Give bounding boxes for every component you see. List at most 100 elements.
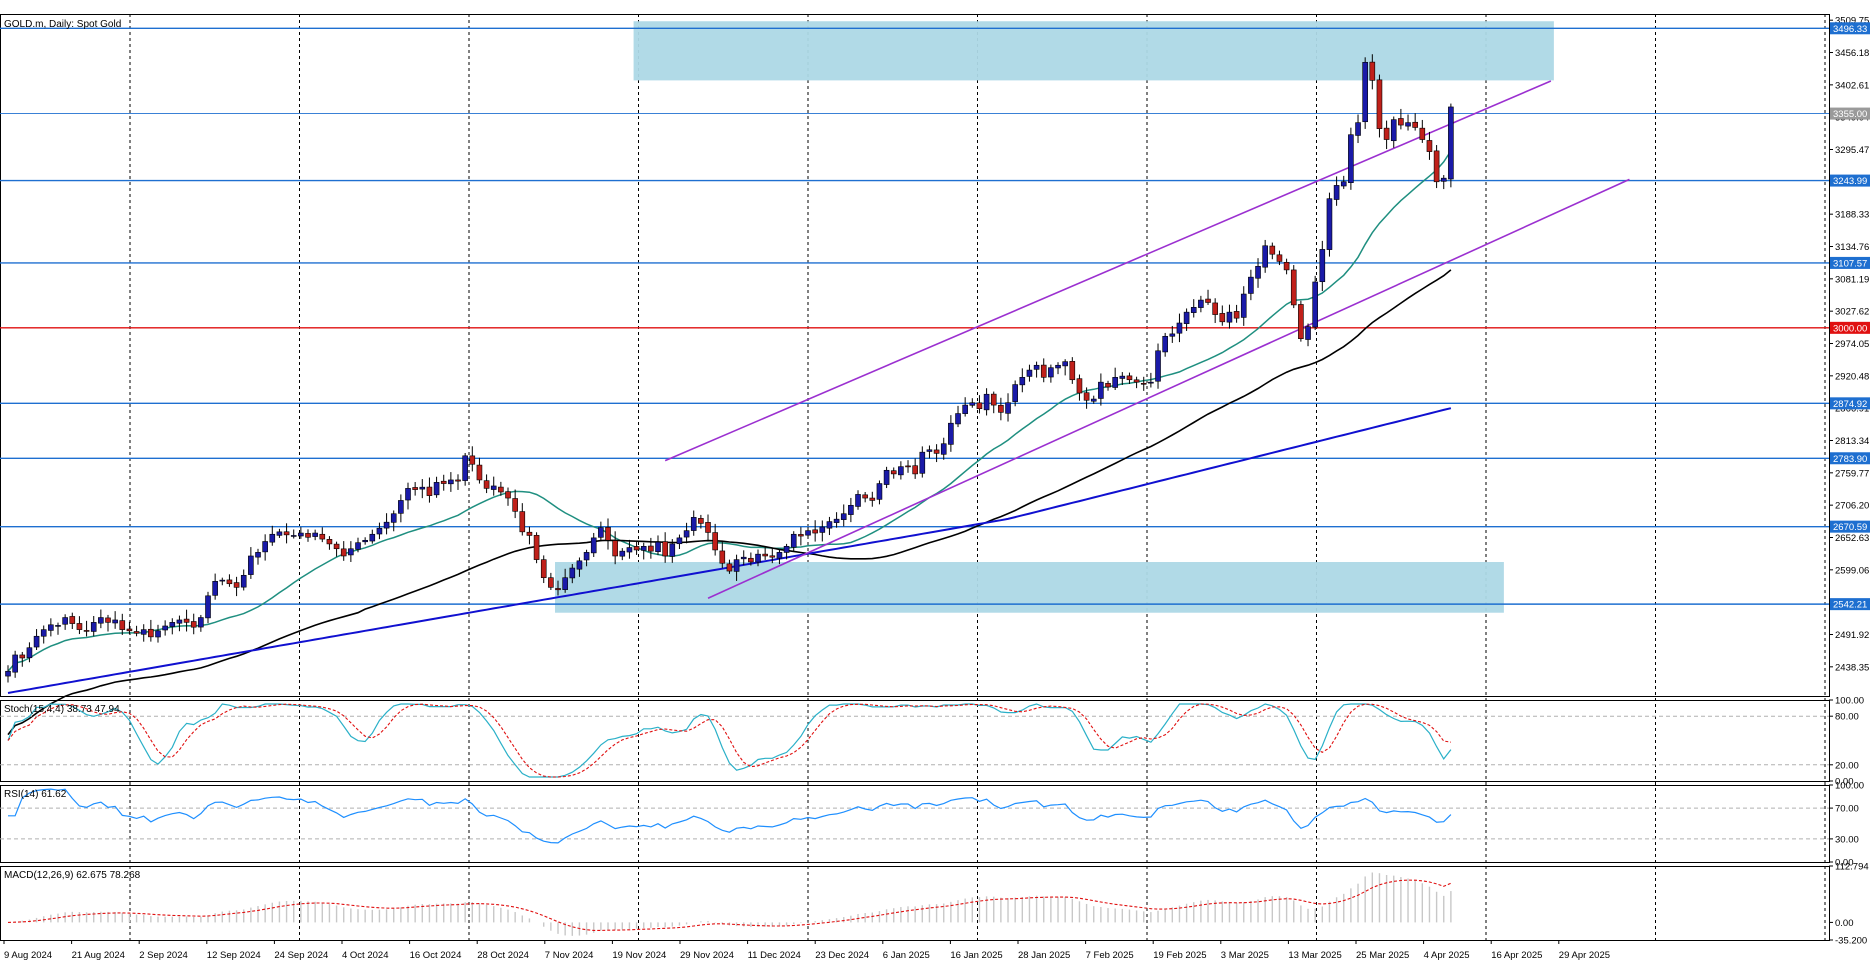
support-resistance-zone bbox=[633, 21, 1554, 81]
candle bbox=[162, 620, 168, 636]
price-axis-label: 2652.63 bbox=[1835, 533, 1869, 544]
candle-body bbox=[155, 630, 161, 638]
candle bbox=[1248, 269, 1254, 301]
candle-body bbox=[105, 617, 111, 623]
candle-body bbox=[176, 619, 183, 624]
stoch-axis-label: 20.00 bbox=[1835, 760, 1859, 771]
candle bbox=[626, 539, 633, 559]
candle-body bbox=[848, 504, 854, 515]
candle-body bbox=[1333, 185, 1340, 200]
candle bbox=[1033, 361, 1040, 378]
sma-200-line bbox=[7, 407, 1452, 694]
time-axis-label: 9 Aug 2024 bbox=[4, 950, 52, 961]
time-axis-label: 4 Apr 2025 bbox=[1424, 950, 1470, 961]
price-axis-label: 2491.92 bbox=[1835, 630, 1869, 641]
candle-body bbox=[1098, 381, 1104, 399]
candle-body bbox=[519, 511, 526, 533]
candle bbox=[12, 650, 18, 678]
price-axis-label: 2974.05 bbox=[1835, 339, 1869, 350]
candle bbox=[505, 487, 511, 506]
candle bbox=[790, 531, 797, 552]
candle-body bbox=[648, 545, 654, 552]
candle bbox=[1226, 304, 1233, 329]
candle bbox=[1219, 305, 1226, 326]
candle-body bbox=[305, 533, 311, 538]
candle-body bbox=[805, 530, 811, 536]
candle bbox=[269, 525, 276, 546]
chart-window: 3509.753456.183402.613349.043295.473241.… bbox=[0, 0, 1875, 964]
candle-body bbox=[583, 552, 590, 561]
candle bbox=[876, 480, 883, 505]
candle-body bbox=[440, 480, 447, 484]
candle-body bbox=[619, 550, 626, 557]
stoch-panel-frame bbox=[0, 700, 1830, 782]
candle-body bbox=[590, 537, 597, 554]
candle-body bbox=[1412, 121, 1418, 128]
candle-body bbox=[40, 629, 47, 637]
candle bbox=[255, 548, 261, 565]
candle-body bbox=[112, 619, 118, 624]
candle bbox=[1026, 364, 1033, 382]
candle-body bbox=[740, 556, 747, 560]
candle bbox=[533, 532, 540, 564]
candle-body bbox=[55, 625, 61, 627]
candle-body bbox=[1076, 378, 1083, 394]
candle-body bbox=[1426, 140, 1433, 152]
candle bbox=[212, 573, 218, 600]
candle-body bbox=[948, 422, 954, 445]
candle bbox=[1005, 393, 1011, 422]
candle-body bbox=[1398, 118, 1404, 126]
rsi-indicator-label: RSI(14) 61.62 bbox=[4, 789, 67, 800]
candle-body bbox=[83, 630, 90, 632]
candle bbox=[1069, 357, 1076, 384]
candle bbox=[90, 615, 97, 637]
candle bbox=[462, 453, 468, 486]
candle-body bbox=[1340, 181, 1347, 187]
candle-body bbox=[1212, 302, 1218, 315]
candle-body bbox=[1019, 377, 1026, 386]
candle-body bbox=[462, 455, 468, 481]
candle bbox=[1283, 258, 1290, 275]
candle bbox=[848, 497, 854, 523]
time-axis-label: 28 Oct 2024 bbox=[477, 950, 529, 961]
candle-body bbox=[883, 469, 890, 485]
candle-body bbox=[1190, 307, 1197, 313]
candle-body bbox=[219, 579, 226, 582]
candle-body bbox=[976, 402, 983, 410]
candle bbox=[1262, 239, 1268, 273]
candle-body bbox=[1090, 398, 1097, 402]
candle bbox=[919, 446, 926, 478]
candle bbox=[148, 619, 154, 642]
candle-body bbox=[476, 464, 483, 481]
level-price-tag-label: 2542.21 bbox=[1833, 600, 1867, 611]
candle bbox=[776, 549, 783, 565]
candle-body bbox=[1419, 127, 1426, 140]
candle bbox=[705, 514, 711, 542]
candle-body bbox=[776, 552, 783, 559]
candle bbox=[1155, 343, 1161, 389]
candle-body bbox=[1133, 379, 1140, 383]
candle bbox=[133, 625, 140, 637]
candle bbox=[1269, 242, 1276, 260]
candle-body bbox=[262, 541, 268, 553]
candle-body bbox=[983, 393, 990, 411]
candle-body bbox=[355, 542, 361, 550]
candle bbox=[512, 489, 518, 519]
candle bbox=[276, 528, 283, 538]
candle-body bbox=[1226, 311, 1233, 323]
candle-body bbox=[326, 539, 333, 545]
candle-body bbox=[1255, 265, 1261, 279]
candle-body bbox=[283, 531, 290, 536]
candle bbox=[483, 474, 490, 494]
candle bbox=[190, 613, 197, 635]
candle bbox=[855, 490, 861, 510]
candle-body bbox=[512, 498, 518, 512]
candle-body bbox=[1176, 322, 1183, 334]
candle-body bbox=[1040, 364, 1047, 378]
candle bbox=[1055, 362, 1061, 375]
candle-body bbox=[576, 560, 583, 570]
candle-body bbox=[433, 482, 440, 496]
candle-body bbox=[498, 486, 504, 493]
candle bbox=[826, 516, 833, 536]
candle-body bbox=[298, 532, 304, 537]
